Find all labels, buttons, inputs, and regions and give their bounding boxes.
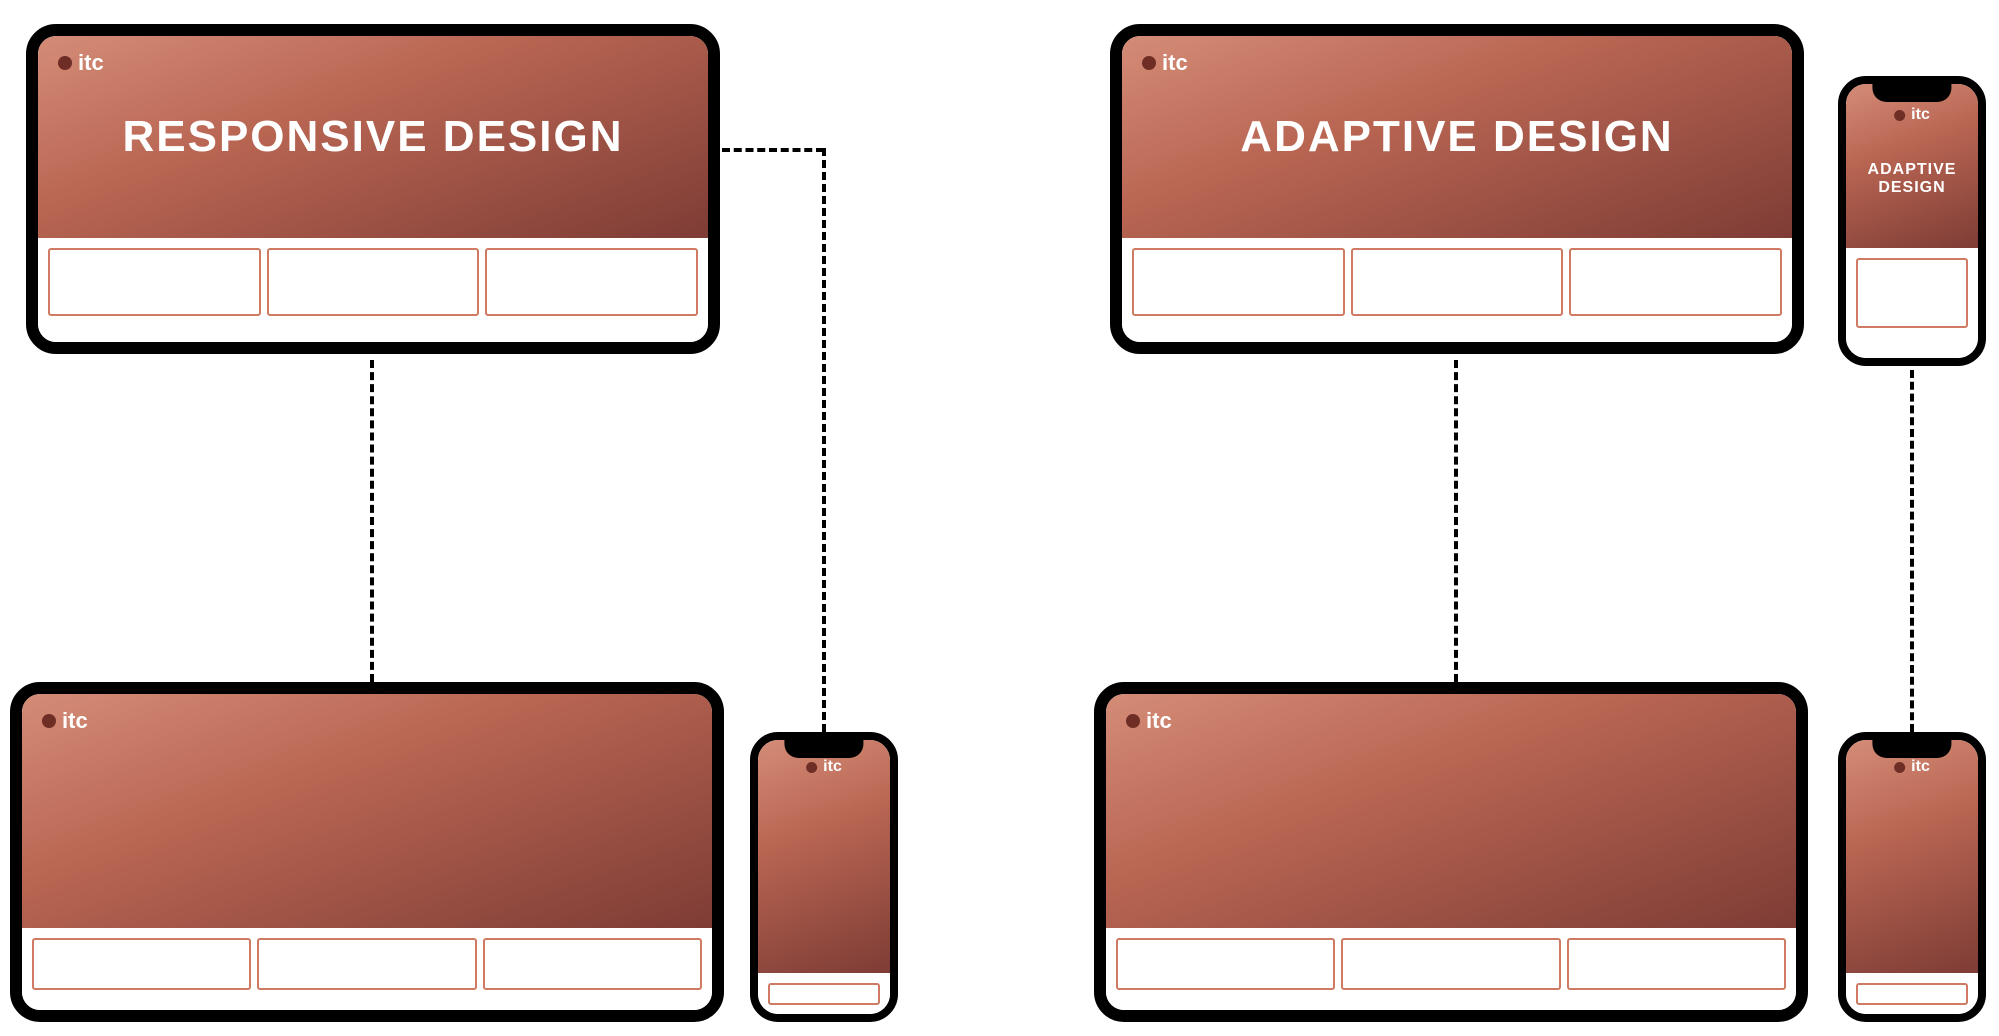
card-placeholder bbox=[1569, 248, 1782, 316]
adaptive-desktop-hero: itc ADAPTIVE DESIGN bbox=[1122, 36, 1792, 238]
adaptive-phone-bottom-frame: itc bbox=[1838, 732, 1986, 1022]
responsive-tablet-cards bbox=[22, 928, 712, 1010]
card-placeholder bbox=[485, 248, 698, 316]
card-placeholder bbox=[483, 938, 702, 990]
responsive-heading: RESPONSIVE DESIGN bbox=[122, 112, 623, 162]
brand-badge: itc bbox=[1894, 106, 1930, 124]
card-placeholder bbox=[267, 248, 480, 316]
card-placeholder bbox=[1856, 983, 1968, 1005]
adaptive-phone-bottom-cards bbox=[1846, 973, 1978, 1014]
responsive-phone-frame: itc bbox=[750, 732, 898, 1022]
adaptive-phone-heading: ADAPTIVE DESIGN bbox=[1853, 161, 1972, 197]
brand-dot-icon bbox=[1894, 762, 1905, 773]
adaptive-desktop-frame: itc ADAPTIVE DESIGN bbox=[1110, 24, 1804, 354]
brand-dot-icon bbox=[1142, 56, 1156, 70]
brand-badge: itc bbox=[1894, 758, 1930, 776]
adaptive-tablet-cards bbox=[1106, 928, 1796, 1010]
brand-badge: itc bbox=[42, 708, 88, 734]
brand-dot-icon bbox=[1126, 714, 1140, 728]
brand-text: itc bbox=[1911, 758, 1930, 776]
card-placeholder bbox=[32, 938, 251, 990]
responsive-desktop-cards bbox=[38, 238, 708, 342]
brand-text: itc bbox=[1911, 106, 1930, 124]
card-placeholder bbox=[48, 248, 261, 316]
adaptive-desktop-cards bbox=[1122, 238, 1792, 342]
phone-notch-icon bbox=[784, 740, 863, 758]
brand-text: itc bbox=[78, 50, 104, 76]
phone-notch-icon bbox=[1872, 740, 1951, 758]
brand-text: itc bbox=[62, 708, 88, 734]
adaptive-tablet-frame: itc bbox=[1094, 682, 1808, 1022]
adaptive-phone-bottom-hero: itc bbox=[1846, 740, 1978, 973]
connector-line bbox=[822, 148, 826, 732]
adaptive-phone-top-hero: itc ADAPTIVE DESIGN bbox=[1846, 84, 1978, 248]
diagram-stage: itc RESPONSIVE DESIGN itc bbox=[0, 0, 1999, 1036]
card-placeholder bbox=[1856, 258, 1968, 328]
card-placeholder bbox=[1132, 248, 1345, 316]
brand-dot-icon bbox=[42, 714, 56, 728]
brand-badge: itc bbox=[1142, 50, 1188, 76]
adaptive-heading: ADAPTIVE DESIGN bbox=[1240, 112, 1673, 162]
card-placeholder bbox=[257, 938, 476, 990]
adaptive-tablet-hero: itc bbox=[1106, 694, 1796, 928]
card-placeholder bbox=[1567, 938, 1786, 990]
connector-line bbox=[370, 360, 374, 682]
connector-line bbox=[1910, 370, 1914, 732]
connector-line bbox=[1454, 360, 1458, 682]
brand-text: itc bbox=[1162, 50, 1188, 76]
card-placeholder bbox=[1116, 938, 1335, 990]
responsive-tablet-frame: itc bbox=[10, 682, 724, 1022]
brand-text: itc bbox=[1146, 708, 1172, 734]
responsive-phone-hero: itc bbox=[758, 740, 890, 973]
brand-text: itc bbox=[823, 758, 842, 776]
brand-dot-icon bbox=[58, 56, 72, 70]
responsive-desktop-frame: itc RESPONSIVE DESIGN bbox=[26, 24, 720, 354]
brand-badge: itc bbox=[806, 758, 842, 776]
adaptive-phone-top-frame: itc ADAPTIVE DESIGN bbox=[1838, 76, 1986, 366]
responsive-tablet-hero: itc bbox=[22, 694, 712, 928]
card-placeholder bbox=[768, 983, 880, 1005]
brand-badge: itc bbox=[1126, 708, 1172, 734]
card-placeholder bbox=[1341, 938, 1560, 990]
phone-notch-icon bbox=[1872, 84, 1951, 102]
card-placeholder bbox=[1351, 248, 1564, 316]
adaptive-phone-top-cards bbox=[1846, 248, 1978, 358]
brand-dot-icon bbox=[1894, 110, 1905, 121]
responsive-desktop-hero: itc RESPONSIVE DESIGN bbox=[38, 36, 708, 238]
connector-line bbox=[722, 148, 824, 152]
brand-dot-icon bbox=[806, 762, 817, 773]
brand-badge: itc bbox=[58, 50, 104, 76]
responsive-phone-cards bbox=[758, 973, 890, 1014]
